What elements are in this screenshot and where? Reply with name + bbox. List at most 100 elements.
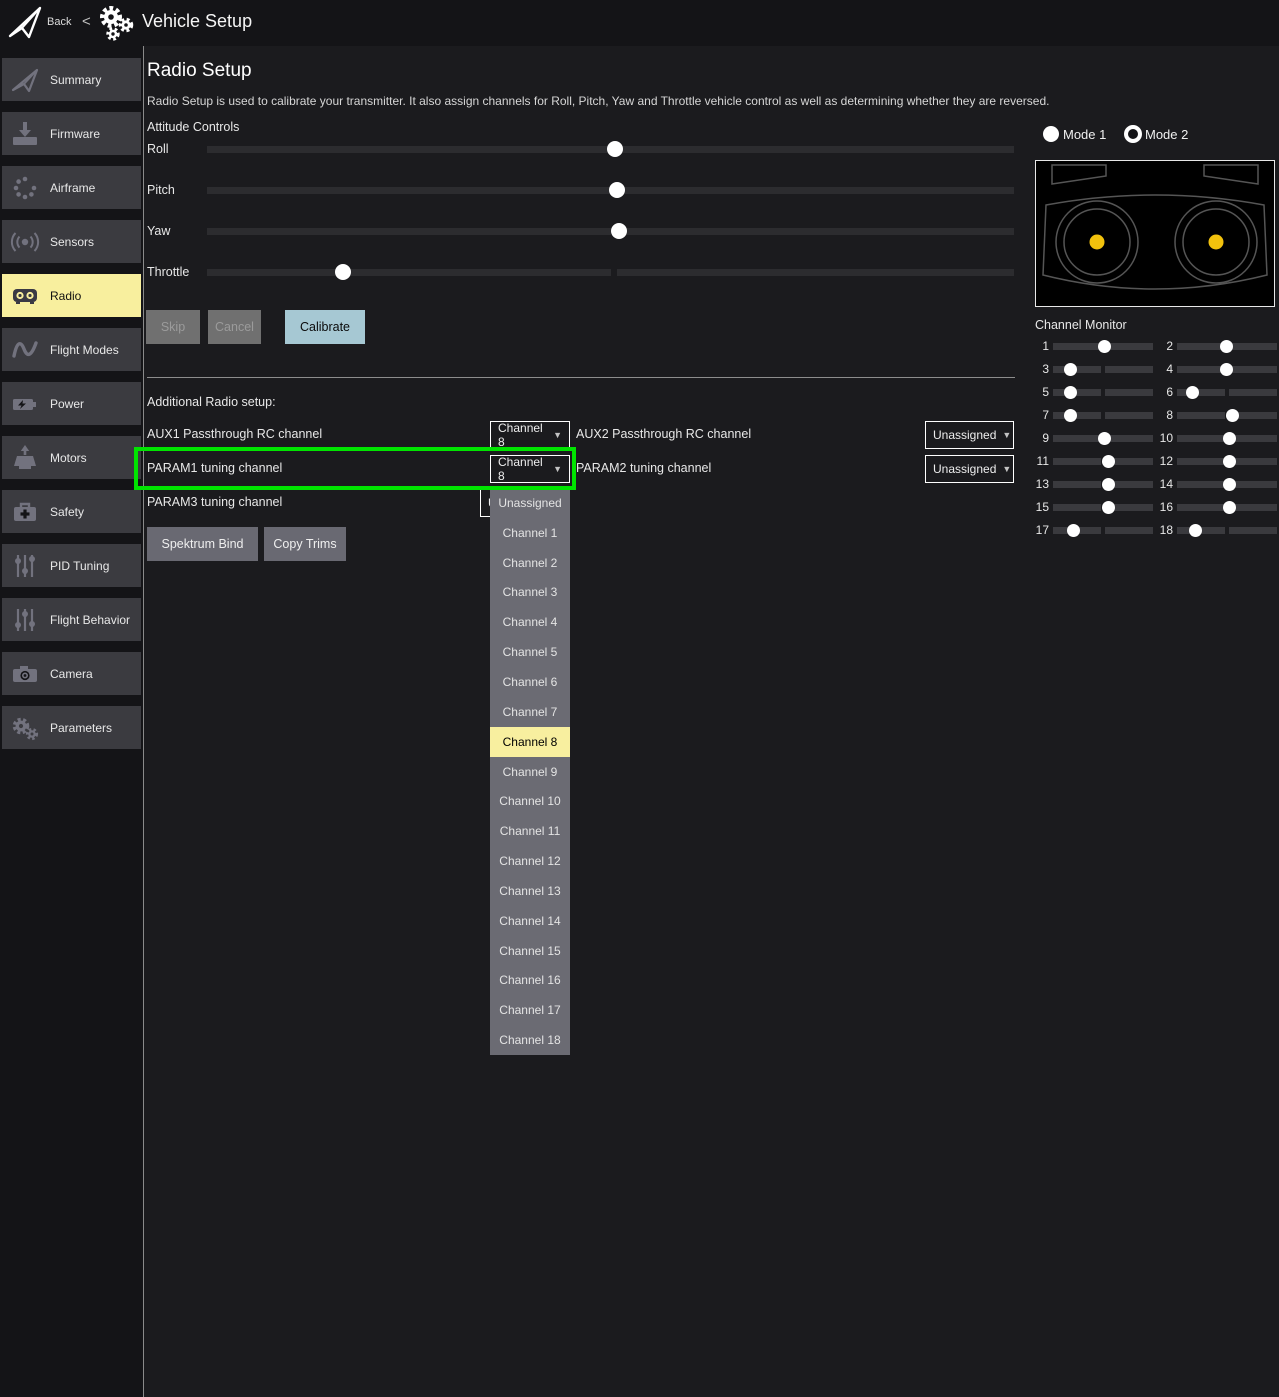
calibrate-button[interactable]: Calibrate	[285, 310, 365, 344]
mode2-radio[interactable]	[1124, 125, 1142, 143]
dropdown-option[interactable]: Channel 3	[490, 578, 570, 608]
dropdown-option[interactable]: Channel 13	[490, 876, 570, 906]
dropdown-value: Unassigned	[933, 428, 996, 442]
firmware-download-icon	[10, 119, 40, 149]
paper-plane-icon[interactable]	[6, 4, 44, 42]
copy-trims-button[interactable]: Copy Trims	[264, 527, 346, 561]
attitude-slider-handle[interactable]	[335, 264, 351, 280]
attitude-slider-handle[interactable]	[611, 223, 627, 239]
sidebar-item-pid-tuning[interactable]: PID Tuning	[2, 544, 141, 587]
dropdown-option[interactable]: Channel 6	[490, 667, 570, 697]
dropdown-value: Channel 8	[498, 455, 547, 483]
aux1-passthrough-label: AUX1 Passthrough RC channel	[147, 427, 322, 441]
sidebar-item-summary[interactable]: Summary	[2, 58, 141, 101]
param1-tuning-label: PARAM1 tuning channel	[147, 461, 282, 475]
sidebar-item-safety[interactable]: Safety	[2, 490, 141, 533]
skip-button[interactable]: Skip	[146, 310, 200, 344]
attitude-slider-label: Roll	[147, 142, 169, 156]
mode1-label: Mode 1	[1063, 127, 1106, 142]
sidebar-item-label: Motors	[50, 451, 87, 465]
channel-number: 9	[1031, 431, 1049, 445]
sidebar-item-firmware[interactable]: Firmware	[2, 112, 141, 155]
channel-number: 7	[1031, 408, 1049, 422]
radio-setup-description: Radio Setup is used to calibrate your tr…	[147, 94, 1107, 108]
sidebar-item-parameters[interactable]: Parameters	[2, 706, 141, 749]
dropdown-option[interactable]: Channel 15	[490, 936, 570, 966]
channel-value-dot	[1067, 524, 1080, 537]
channel-value-dot	[1064, 363, 1077, 376]
param2-tuning-dropdown[interactable]: Unassigned▼	[925, 455, 1014, 483]
plane-icon	[10, 65, 40, 95]
radio-setup-title: Radio Setup	[147, 60, 252, 82]
sidebar-item-motors[interactable]: Motors	[2, 436, 141, 479]
dropdown-option[interactable]: Channel 8	[490, 727, 570, 757]
breadcrumb-separator: <	[82, 13, 91, 30]
attitude-controls-heading: Attitude Controls	[147, 120, 239, 134]
vehicle-setup-window: Back < Vehicle Setup Summary Firmware Ai…	[0, 0, 1279, 1397]
dropdown-option[interactable]: Channel 7	[490, 697, 570, 727]
dropdown-option[interactable]: Unassigned	[490, 488, 570, 518]
attitude-slider-handle[interactable]	[607, 141, 623, 157]
aux1-passthrough-dropdown[interactable]: Channel 8▼	[490, 421, 570, 449]
sidebar-item-power[interactable]: Power	[2, 382, 141, 425]
right-stick-dot	[1209, 235, 1224, 250]
dropdown-option[interactable]: Channel 5	[490, 637, 570, 667]
param1-tuning-dropdown[interactable]: Channel 8▼	[490, 455, 570, 483]
channel-monitor-heading: Channel Monitor	[1035, 318, 1127, 332]
sidebar-item-camera[interactable]: Camera	[2, 652, 141, 695]
channel-value-dot	[1064, 386, 1077, 399]
channel-value-dot	[1064, 409, 1077, 422]
flight-modes-wave-icon	[10, 335, 40, 365]
dropdown-option[interactable]: Channel 14	[490, 906, 570, 936]
sidebar-item-airframe[interactable]: Airframe	[2, 166, 141, 209]
gears-icon	[10, 713, 40, 743]
dropdown-option[interactable]: Channel 17	[490, 995, 570, 1025]
airframe-dots-icon	[10, 173, 40, 203]
channel-number: 15	[1031, 500, 1049, 514]
dropdown-option[interactable]: Channel 1	[490, 518, 570, 548]
back-button[interactable]: Back	[47, 16, 71, 28]
dropdown-option[interactable]: Channel 9	[490, 757, 570, 787]
channel-value-dot	[1223, 455, 1236, 468]
sidebar-item-label: Safety	[50, 505, 84, 519]
sidebar-item-label: Parameters	[50, 721, 112, 735]
page-title: Vehicle Setup	[142, 11, 252, 32]
channel-value-dot	[1102, 478, 1115, 491]
camera-icon	[10, 659, 40, 689]
transmitter-diagram	[1035, 160, 1275, 307]
attitude-slider-handle[interactable]	[609, 182, 625, 198]
channel-value-dot	[1220, 363, 1233, 376]
sidebar-item-label: Flight Behavior	[50, 613, 130, 627]
sidebar-item-label: Power	[50, 397, 84, 411]
sidebar-item-radio[interactable]: Radio	[2, 274, 141, 317]
dropdown-option[interactable]: Channel 18	[490, 1025, 570, 1055]
left-stick-dot	[1090, 235, 1105, 250]
channel-value-dot	[1186, 386, 1199, 399]
channel-number: 2	[1155, 339, 1173, 353]
channel-number: 8	[1155, 408, 1173, 422]
motor-icon	[10, 443, 40, 473]
dropdown-option[interactable]: Channel 11	[490, 816, 570, 846]
sidebar-item-label: Camera	[50, 667, 93, 681]
dropdown-option[interactable]: Channel 10	[490, 786, 570, 816]
sidebar-item-label: Flight Modes	[50, 343, 119, 357]
channel-number: 11	[1031, 454, 1049, 468]
dropdown-option[interactable]: Channel 2	[490, 548, 570, 578]
dropdown-option[interactable]: Channel 16	[490, 966, 570, 996]
section-divider	[147, 377, 1015, 378]
attitude-slider-track[interactable]	[207, 269, 1014, 276]
channel-value-dot	[1098, 432, 1111, 445]
mode1-radio[interactable]	[1043, 126, 1059, 142]
dropdown-option[interactable]: Channel 12	[490, 846, 570, 876]
sidebar-item-flight-behavior[interactable]: Flight Behavior	[2, 598, 141, 641]
channel-number: 12	[1155, 454, 1173, 468]
attitude-slider-label: Yaw	[147, 224, 170, 238]
gears-icon	[97, 4, 135, 42]
spektrum-bind-button[interactable]: Spektrum Bind	[147, 527, 258, 561]
dropdown-option[interactable]: Channel 4	[490, 607, 570, 637]
sidebar-item-flight-modes[interactable]: Flight Modes	[2, 328, 141, 371]
sidebar-item-sensors[interactable]: Sensors	[2, 220, 141, 263]
aux2-passthrough-dropdown[interactable]: Unassigned▼	[925, 421, 1014, 449]
cancel-button[interactable]: Cancel	[208, 310, 261, 344]
attitude-slider-label: Pitch	[147, 183, 175, 197]
